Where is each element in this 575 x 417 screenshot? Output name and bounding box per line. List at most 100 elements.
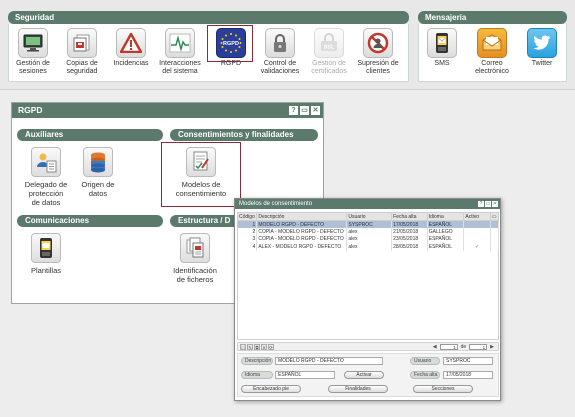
table-row[interactable]: 2 COPIA - MODELO RGPD - DEFECTO alex 21/… (237, 228, 500, 236)
gestion-sesiones-label: Gestión de sesiones (16, 60, 50, 75)
supresion-clientes-button[interactable]: Supresión de clientes (351, 26, 405, 82)
padlock-icon (265, 28, 295, 58)
section-comunicaciones: Comunicaciones (17, 215, 163, 227)
dialog-close-button[interactable]: ✕ (492, 201, 498, 207)
modelos-label: Modelos de consentimiento (175, 180, 227, 198)
table-row[interactable]: 4 ALEX - MODELO RGPD - DEFECTO alex 28/0… (237, 243, 500, 251)
secciones-button[interactable]: Secciones (413, 385, 473, 393)
gestion-certificados-button[interactable]: SSL Gestión de certificados (302, 26, 356, 82)
total-pages: 1 (469, 344, 488, 350)
dialog-title: Modelos de consentimiento (239, 201, 313, 207)
models-table: Código Descripción Usuario Fecha alta Id… (236, 212, 500, 251)
eu-flag-icon: RGPD (216, 28, 246, 58)
page-of-label: de (460, 344, 467, 350)
gestion-sesiones-button[interactable]: Gestión de sesiones (6, 26, 60, 82)
interacciones-sistema-button[interactable]: Interacciones del sistema (153, 26, 207, 82)
idioma-label: Idioma (241, 371, 273, 379)
maximize-button[interactable]: ▭ (300, 106, 309, 115)
gestion-certificados-label: Gestión de certificados (311, 60, 347, 75)
twitter-button[interactable]: Twitter (515, 26, 569, 82)
refresh-icon[interactable]: ⟳ (268, 344, 274, 350)
backup-icon (67, 28, 97, 58)
dialog-maximize-button[interactable]: ▭ (485, 201, 491, 207)
interactions-icon (165, 28, 195, 58)
col-idioma[interactable]: Idioma (426, 212, 465, 221)
svg-text:RGPD: RGPD (223, 41, 239, 47)
interacciones-sistema-label: Interacciones del sistema (159, 60, 201, 75)
col-fecha-alta[interactable]: Fecha alta (391, 212, 428, 221)
col-usuario[interactable]: Usuario (346, 212, 393, 221)
correo-electronico-label: Correo electrónico (475, 60, 509, 75)
grid-pager: □ ✎ ⧉ ✕ ⟳ ◀ 1 de 1 ▶ (237, 342, 499, 351)
copy-record-icon[interactable]: ⧉ (254, 344, 260, 350)
delete-record-icon[interactable]: ✕ (261, 344, 267, 350)
correo-electronico-button[interactable]: Correo electrónico (465, 26, 519, 82)
warning-icon (116, 28, 146, 58)
close-button[interactable]: ✕ (311, 106, 320, 115)
phone-icon (427, 28, 457, 58)
toolbar-ribbon: Seguridad Mensajería Gestión de sesiones … (0, 0, 575, 90)
phone-template-icon (31, 233, 61, 263)
copias-seguridad-button[interactable]: Copias de seguridad (55, 26, 109, 82)
identificacion-label: Identificación de ficheros (173, 266, 217, 284)
group-header-seguridad: Seguridad (8, 11, 409, 24)
twitter-icon (527, 28, 557, 58)
monitor-icon (18, 28, 48, 58)
control-validaciones-button[interactable]: Control de validaciones (253, 26, 307, 82)
section-auxiliares: Auxiliares (17, 129, 163, 141)
no-entry-icon (363, 28, 393, 58)
descripcion-field[interactable]: MODELO RGPD - DEFECTO (275, 357, 383, 365)
usuario-label: Usuario (410, 357, 440, 365)
origen-label: Origen de datos (81, 180, 115, 198)
file-identify-icon (180, 233, 210, 263)
sms-label: SMS (434, 60, 450, 67)
database-icon (83, 147, 113, 177)
finalidades-button[interactable]: Finalidades (328, 385, 388, 393)
next-page-icon[interactable]: ▶ (490, 344, 494, 350)
col-activo[interactable]: Activo (463, 212, 491, 221)
encabezado-pie-button[interactable]: Encabezado pie (241, 385, 301, 393)
mail-icon (477, 28, 507, 58)
delegate-user-icon (31, 147, 61, 177)
svg-text:SSL: SSL (324, 45, 335, 51)
descripcion-label: Descripción (241, 357, 273, 365)
origen-datos-button[interactable]: Origen de datos (66, 147, 130, 198)
table-row[interactable]: 3 COPIA - MODELO RGPD - DEFECTO alex 23/… (237, 235, 500, 243)
new-record-icon[interactable]: □ (240, 344, 246, 350)
incidencias-button[interactable]: Incidencias (104, 26, 158, 82)
dialog-help-button[interactable]: ? (478, 201, 484, 207)
control-validaciones-label: Control de validaciones (260, 60, 300, 75)
fecha-alta-field[interactable]: 17/05/2018 (443, 371, 493, 379)
active-check-icon: ✔ (463, 243, 491, 251)
fecha-alta-label: Fecha alta (410, 371, 440, 379)
prev-page-icon[interactable]: ◀ (433, 344, 437, 350)
plantillas-button[interactable]: Plantillas (14, 233, 78, 275)
dialog-title-bar: Modelos de consentimiento ? ▭ ✕ (235, 199, 500, 209)
document-edit-icon (186, 147, 216, 177)
identificacion-ficheros-button[interactable]: Identificación de ficheros (163, 233, 227, 284)
page-input[interactable]: 1 (439, 344, 458, 350)
panel-title-bar: RGPD ? ▭ ✕ (12, 103, 323, 118)
idioma-select[interactable]: ESPAÑOL (275, 371, 335, 379)
model-detail-form: Descripción MODELO RGPD - DEFECTO Usuari… (237, 353, 499, 397)
usuario-field[interactable]: SYSPROC (443, 357, 493, 365)
col-descripcion[interactable]: Descripción (256, 212, 348, 221)
table-row[interactable]: 1 MODELO RGPD - DEFECTO SYSPROC 17/05/20… (237, 220, 500, 228)
panel-title: RGPD (18, 105, 43, 115)
supresion-clientes-label: Supresión de clientes (357, 60, 399, 75)
section-consentimientos: Consentimientos y finalidades (170, 129, 318, 141)
group-header-mensajeria: Mensajería (418, 11, 567, 24)
col-settings[interactable]: ▭ (489, 212, 500, 221)
activar-button[interactable]: Activar (344, 371, 384, 379)
rgpd-button[interactable]: RGPD RGPD (204, 25, 258, 82)
copias-seguridad-label: Copias de seguridad (66, 60, 98, 75)
sms-button[interactable]: SMS (415, 26, 469, 82)
plantillas-label: Plantillas (30, 266, 61, 275)
modelos-consentimiento-dialog: Modelos de consentimiento ? ▭ ✕ Código D… (234, 198, 501, 401)
help-button[interactable]: ? (289, 106, 298, 115)
edit-record-icon[interactable]: ✎ (247, 344, 253, 350)
incidencias-label: Incidencias (113, 60, 149, 67)
ssl-icon: SSL (314, 28, 344, 58)
modelos-consentimiento-button[interactable]: Modelos de consentimiento (168, 147, 234, 198)
col-codigo[interactable]: Código (236, 212, 258, 221)
